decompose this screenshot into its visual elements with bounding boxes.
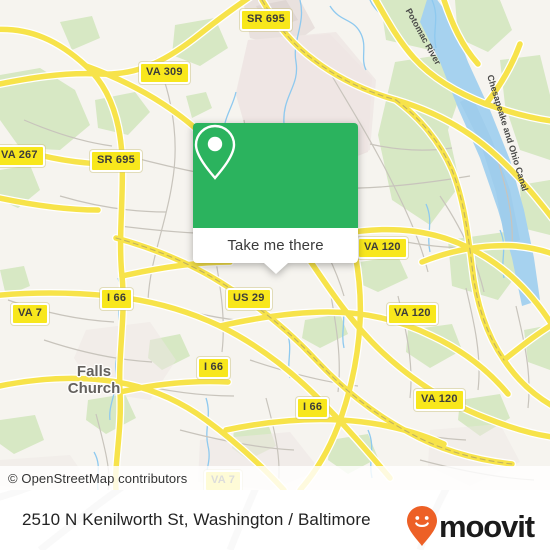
road-shield-i-66-center[interactable]: I 66 [197,357,231,379]
road-shield-va-7[interactable]: VA 7 [11,303,50,325]
map-pin-icon [194,124,236,180]
attribution-text: © OpenStreetMap contributors [8,470,188,486]
road-shield-i-66-west[interactable]: I 66 [100,288,134,310]
popup-pointer [263,263,288,274]
road-shield-va-309[interactable]: VA 309 [139,62,190,84]
address-label: 2510 N Kenilworth St, Washington / Balti… [22,510,371,529]
moovit-smiley-pin-icon [406,506,437,546]
footer-bar: 2510 N Kenilworth St, Washington / Balti… [0,490,550,550]
road-shield-va-120-mid[interactable]: VA 120 [387,303,438,325]
popup-action-bar[interactable]: Take me there [193,228,358,274]
take-me-there-popup[interactable]: Take me there [193,123,358,274]
road-shield-va-267[interactable]: VA 267 [0,145,45,167]
road-shield-us-29[interactable]: US 29 [226,288,272,310]
road-shield-i-66-south[interactable]: I 66 [296,397,330,419]
road-shield-sr-695-west[interactable]: SR 695 [90,150,142,172]
road-shield-va-120-north[interactable]: VA 120 [357,237,408,259]
map-canvas[interactable]: Falls Church Potomac River Chesapeake an… [0,0,550,490]
map-attribution: © OpenStreetMap contributors [0,466,550,490]
moovit-wordmark: moovit [438,508,535,544]
popup-icon-panel [193,123,358,228]
road-shield-sr-695-north[interactable]: SR 695 [240,9,292,31]
map-screenshot: Falls Church Potomac River Chesapeake an… [0,0,550,550]
take-me-there-label: Take me there [227,237,324,254]
road-shield-va-120-south[interactable]: VA 120 [414,389,465,411]
moovit-logo[interactable]: moovit [406,505,535,547]
